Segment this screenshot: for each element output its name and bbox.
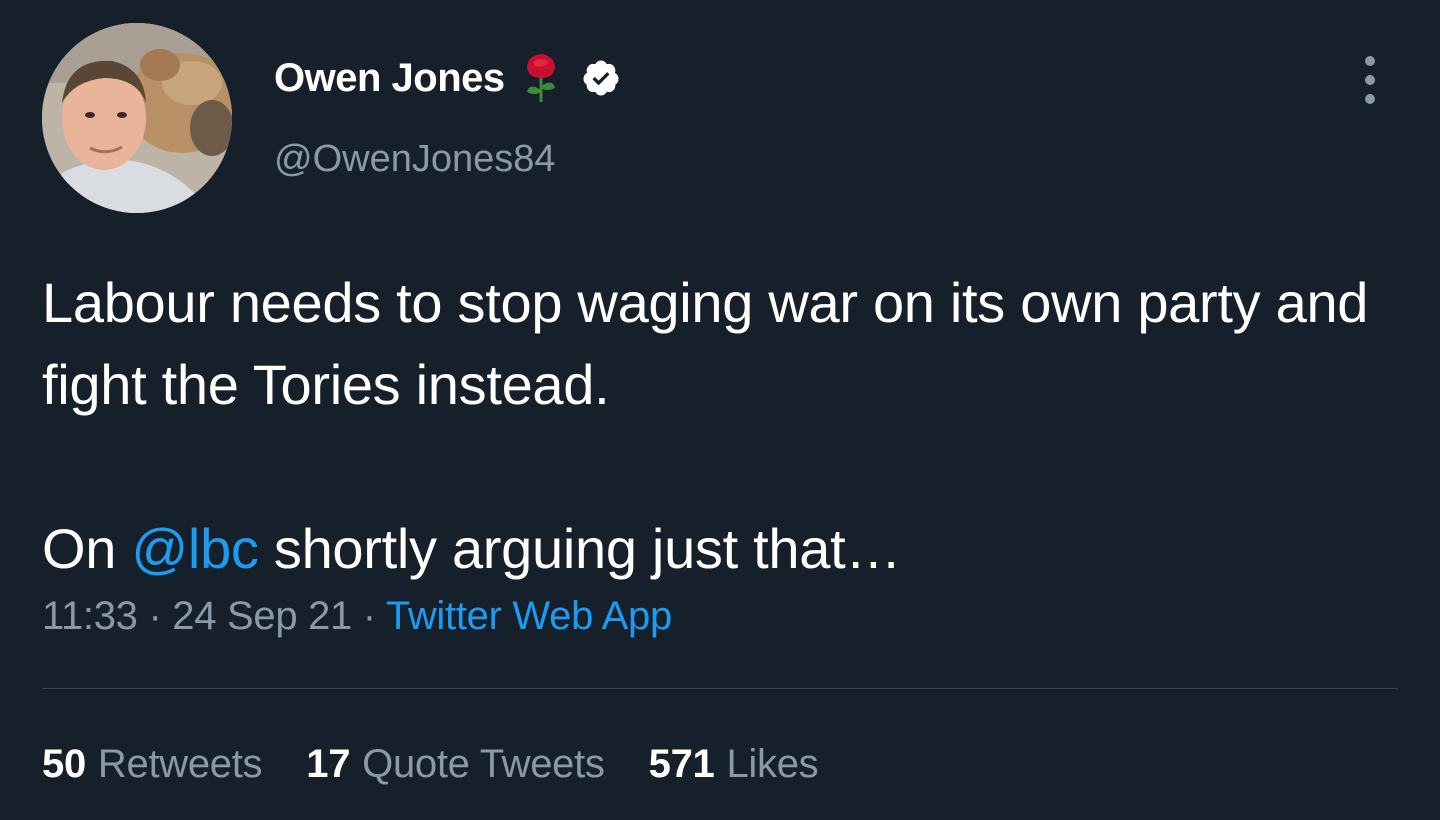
avatar-photo bbox=[42, 23, 232, 213]
tweet-meta: 11:33 · 24 Sep 21 · Twitter Web App bbox=[42, 594, 672, 639]
mention-link[interactable]: @lbc bbox=[131, 517, 259, 580]
verified-badge-icon bbox=[581, 58, 621, 98]
author-display-name[interactable]: Owen Jones bbox=[274, 56, 505, 101]
author-name-row: Owen Jones bbox=[274, 52, 621, 104]
quote-tweets-stat[interactable]: 17 Quote Tweets bbox=[306, 742, 605, 787]
meta-separator: · bbox=[351, 594, 386, 638]
author-handle[interactable]: @OwenJones84 bbox=[274, 138, 556, 181]
more-dot bbox=[1365, 75, 1375, 85]
tweet-date[interactable]: 24 Sep 21 bbox=[172, 594, 352, 638]
tweet-text-prefix: On bbox=[42, 517, 132, 580]
tweet-source-link[interactable]: Twitter Web App bbox=[386, 594, 672, 638]
quote-tweets-count: 17 bbox=[306, 742, 351, 786]
tweet-stats: 50 Retweets 17 Quote Tweets 571 Likes bbox=[42, 742, 862, 787]
likes-count: 571 bbox=[648, 742, 715, 786]
more-options-icon[interactable] bbox=[1352, 56, 1388, 104]
divider bbox=[42, 688, 1398, 689]
tweet-text: Labour needs to stop waging war on its o… bbox=[42, 262, 1402, 590]
tweet-text-suffix: shortly arguing just that… bbox=[258, 517, 902, 580]
tweet-paragraph-2: On @lbc shortly arguing just that… bbox=[42, 508, 1402, 590]
avatar[interactable] bbox=[42, 23, 232, 213]
retweets-count: 50 bbox=[42, 742, 86, 786]
tweet-time[interactable]: 11:33 bbox=[42, 594, 138, 638]
likes-stat[interactable]: 571 Likes bbox=[649, 742, 819, 787]
likes-label: Likes bbox=[726, 742, 819, 786]
tweet-paragraph-1: Labour needs to stop waging war on its o… bbox=[42, 271, 1369, 416]
quote-tweets-label: Quote Tweets bbox=[362, 742, 605, 786]
rose-icon bbox=[523, 52, 559, 104]
meta-separator: · bbox=[137, 594, 173, 638]
more-dot bbox=[1365, 94, 1375, 104]
retweets-stat[interactable]: 50 Retweets bbox=[42, 742, 263, 787]
retweets-label: Retweets bbox=[97, 742, 263, 786]
more-dot bbox=[1365, 56, 1375, 66]
